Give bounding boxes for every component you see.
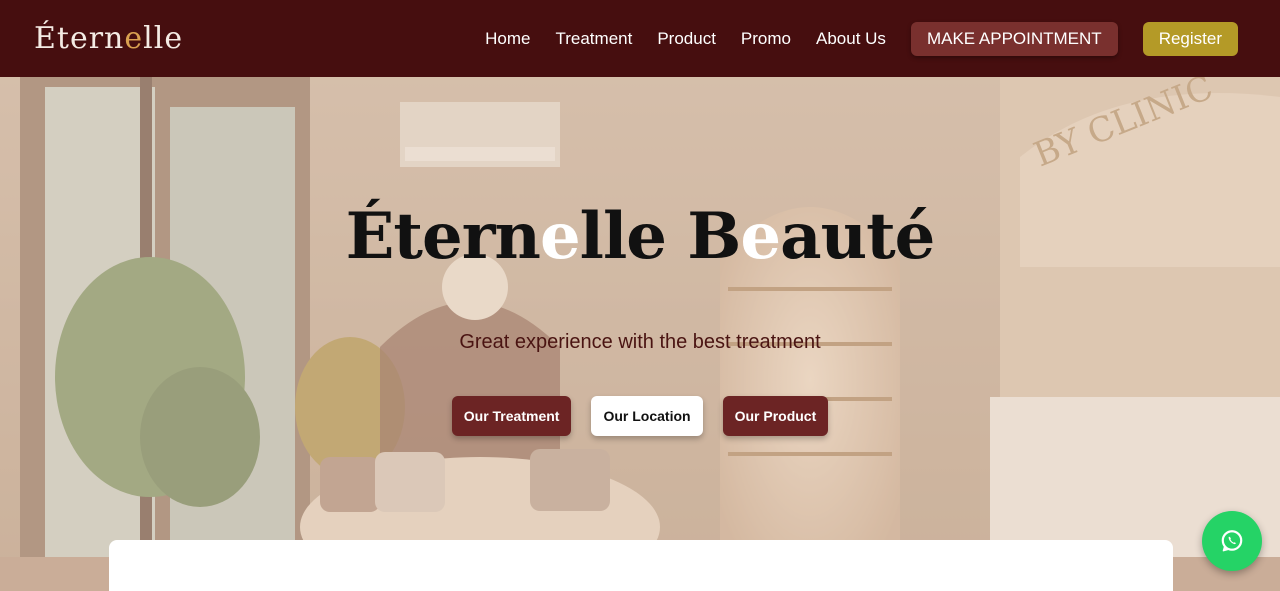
nav-treatment[interactable]: Treatment (555, 29, 632, 49)
site-header: Éternelle Home Treatment Product Promo A… (0, 0, 1280, 77)
our-location-button[interactable]: Our Location (591, 396, 703, 436)
content-card (109, 540, 1173, 591)
make-appointment-button[interactable]: MAKE APPOINTMENT (910, 21, 1118, 56)
site-logo[interactable]: Éternelle (34, 21, 183, 56)
nav-product[interactable]: Product (657, 29, 716, 49)
logo-text-part: lle (143, 21, 184, 56)
hero-title-part: lle B (579, 199, 742, 274)
nav-about-us[interactable]: About Us (816, 29, 886, 49)
whatsapp-button[interactable] (1202, 511, 1262, 571)
hero-subtitle: Great experience with the best treatment (459, 331, 821, 353)
nav-promo[interactable]: Promo (741, 29, 791, 49)
hero-title-part: Étern (345, 199, 541, 274)
our-product-button[interactable]: Our Product (722, 396, 829, 436)
nav-home[interactable]: Home (485, 29, 530, 49)
hero-title-highlight: e (740, 199, 781, 274)
logo-text-part: Étern (34, 21, 125, 56)
logo-accent-letter: e (124, 21, 144, 56)
register-button[interactable]: Register (1142, 21, 1238, 56)
main-nav: Home Treatment Product Promo About Us MA… (460, 21, 1238, 56)
hero-title-part: auté (780, 199, 935, 274)
our-treatment-button[interactable]: Our Treatment (451, 396, 572, 436)
hero-title: Éternelle Beauté (0, 199, 1280, 274)
hero-button-group: Our Treatment Our Location Our Product (0, 396, 1280, 436)
hero-section: BY CLINIC Éternelle Beauté Great experie… (0, 77, 1280, 591)
whatsapp-icon (1221, 530, 1243, 552)
hero-title-highlight: e (539, 199, 581, 274)
